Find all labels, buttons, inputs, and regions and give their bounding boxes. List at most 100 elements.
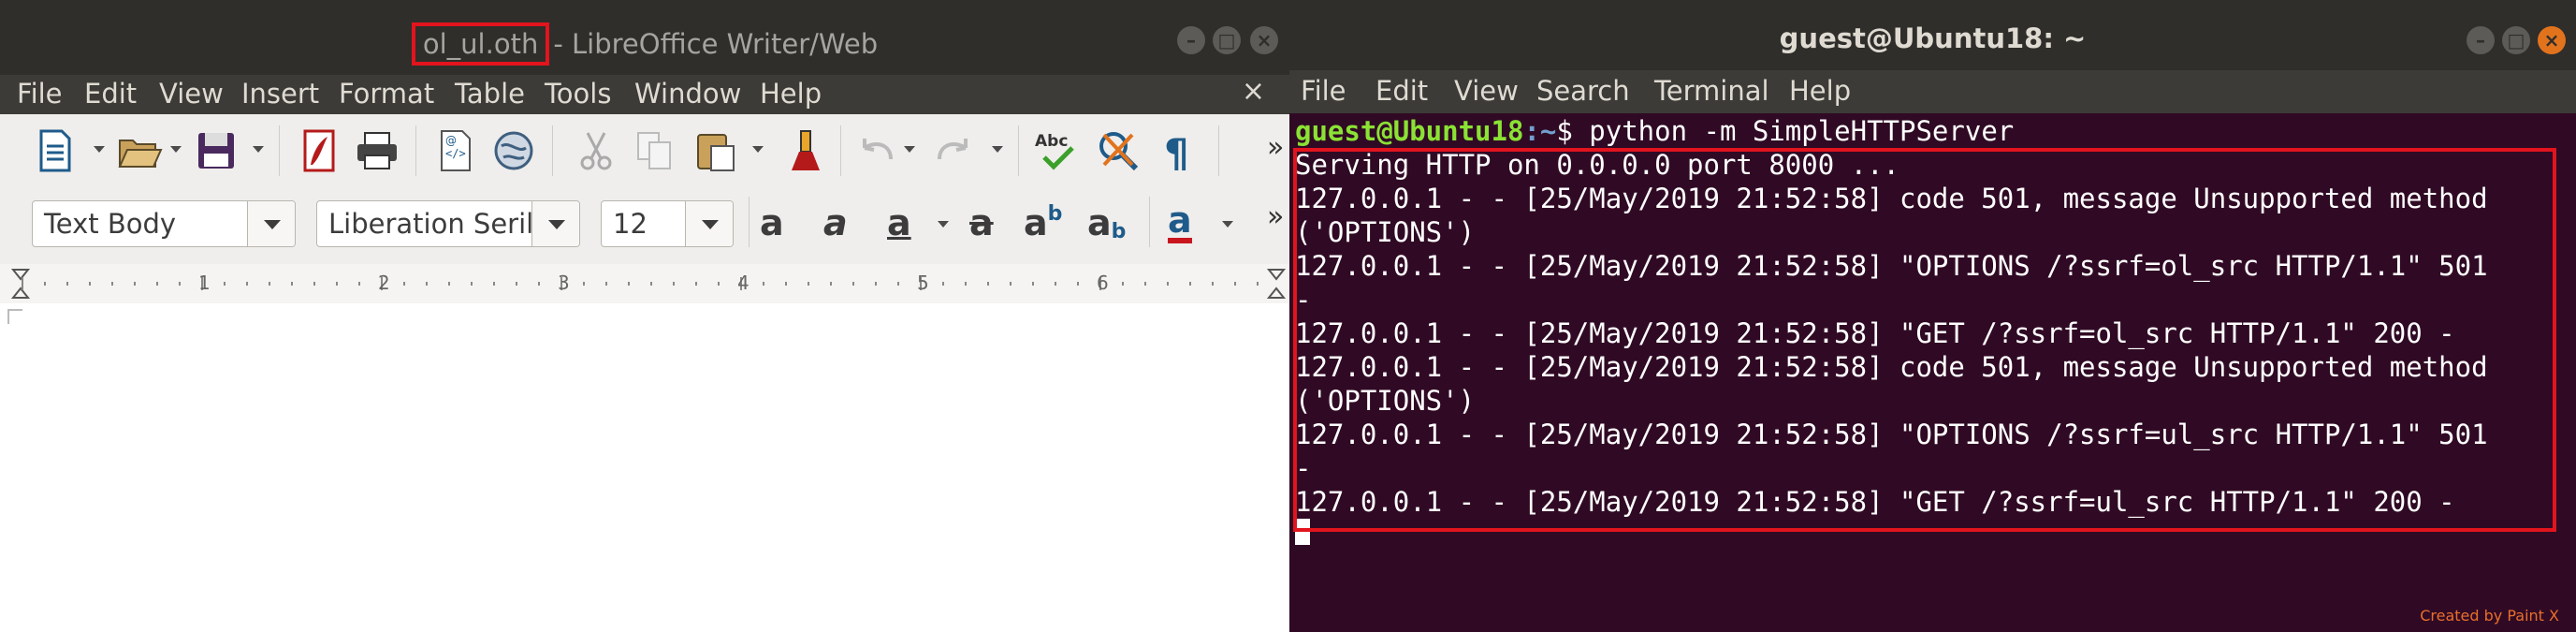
menu-file[interactable]: File — [17, 78, 63, 110]
output-line: 127.0.0.1 - - [25/May/2019 21:52:58] "GE… — [1295, 486, 2455, 518]
redo-icon[interactable] — [930, 127, 977, 174]
underline-icon[interactable]: a — [887, 202, 911, 243]
menu-help[interactable]: Help — [760, 78, 822, 110]
menu-format[interactable]: Format — [339, 78, 434, 110]
paragraph-style-select[interactable]: Text Body — [32, 200, 296, 247]
close-document-button[interactable]: × — [1242, 75, 1265, 108]
copy-icon[interactable] — [631, 127, 677, 174]
paste-icon[interactable] — [692, 127, 739, 174]
chevron-down-icon[interactable] — [531, 201, 579, 246]
superscript-icon[interactable]: ab — [1024, 202, 1062, 243]
watermark-credit: Created by Paint X — [2420, 607, 2559, 625]
menu-tools[interactable]: Tools — [545, 78, 611, 110]
menu-edit[interactable]: Edit — [84, 78, 137, 110]
document-page[interactable] — [0, 303, 1289, 632]
document-name-highlight: ol_ul.oth — [411, 22, 550, 66]
terminal-window: guest@Ubuntu18: ~ – □ × File Edit View S… — [1289, 0, 2576, 632]
new-dropdown-icon[interactable] — [94, 146, 105, 153]
toolbar-separator — [749, 197, 750, 247]
chevron-down-icon[interactable] — [685, 201, 733, 246]
menu-terminal[interactable]: Terminal — [1654, 75, 1769, 107]
font-name-select[interactable]: Liberation Seril — [316, 200, 580, 247]
minimize-icon[interactable]: – — [1177, 26, 1205, 54]
subscript-icon[interactable]: ab — [1087, 202, 1126, 243]
menu-file[interactable]: File — [1301, 75, 1346, 107]
save-dropdown-icon[interactable] — [253, 146, 264, 153]
clone-formatting-icon[interactable] — [782, 127, 829, 174]
menu-edit[interactable]: Edit — [1375, 75, 1428, 107]
svg-text:@: @ — [445, 134, 457, 147]
menu-insert[interactable]: Insert — [241, 78, 319, 110]
maximize-icon[interactable]: □ — [1213, 26, 1241, 54]
toolbar-separator — [552, 125, 553, 176]
more-formatting-icon[interactable]: » — [1267, 200, 1284, 233]
ruler-number: 5 — [917, 272, 929, 294]
print-icon[interactable] — [354, 127, 400, 174]
cut-icon[interactable] — [573, 127, 619, 174]
toolbar-separator — [415, 125, 416, 176]
paste-dropdown-icon[interactable] — [752, 146, 764, 153]
output-line: 127.0.0.1 - - [25/May/2019 21:52:58] cod… — [1295, 183, 2488, 214]
ruler-number: 2 — [378, 272, 390, 294]
menu-table[interactable]: Table — [455, 78, 525, 110]
output-line: 127.0.0.1 - - [25/May/2019 21:52:58] cod… — [1295, 351, 2488, 383]
undo-dropdown-icon[interactable] — [904, 146, 915, 153]
terminal-window-title: guest@Ubuntu18: ~ — [1779, 22, 2087, 54]
toolbar-separator — [1149, 197, 1150, 247]
ruler-number: 1 — [198, 272, 211, 294]
font-color-icon[interactable]: a — [1168, 202, 1192, 243]
open-folder-icon[interactable] — [116, 127, 163, 174]
output-line: ('OPTIONS') — [1295, 385, 1476, 417]
formatting-marks-icon[interactable]: ¶ — [1157, 127, 1203, 174]
toolbar-separator — [1018, 125, 1019, 176]
spelling-icon[interactable]: Abc — [1033, 127, 1080, 174]
more-tools-icon[interactable]: » — [1267, 131, 1284, 164]
font-name-value: Liberation Seril — [328, 208, 534, 240]
menu-search[interactable]: Search — [1536, 75, 1630, 107]
strikethrough-icon[interactable]: a — [969, 202, 994, 243]
output-line: 127.0.0.1 - - [25/May/2019 21:52:58] "OP… — [1295, 250, 2488, 282]
command-text: python -m SimpleHTTPServer — [1572, 115, 2015, 147]
menu-view[interactable]: View — [159, 78, 224, 110]
undo-icon[interactable] — [853, 127, 900, 174]
text-boundary-corner — [7, 309, 22, 324]
writer-app-name: - LibreOffice Writer/Web — [553, 28, 879, 60]
writer-menubar: File Edit View Insert Format Table Tools… — [0, 75, 1289, 114]
export-pdf-icon[interactable] — [296, 127, 342, 174]
output-line: ('OPTIONS') — [1295, 216, 1476, 248]
font-color-dropdown-icon[interactable] — [1222, 221, 1233, 228]
terminal-screen[interactable]: guest@Ubuntu18:~$ python -m SimpleHTTPSe… — [1293, 114, 2576, 632]
svg-text:</>: </> — [445, 147, 466, 160]
underline-dropdown-icon[interactable] — [938, 221, 949, 228]
redo-dropdown-icon[interactable] — [992, 146, 1003, 153]
ruler-number: 3 — [558, 272, 570, 294]
menu-view[interactable]: View — [1454, 75, 1519, 107]
close-icon[interactable]: × — [1250, 26, 1278, 54]
maximize-icon[interactable]: □ — [2502, 26, 2530, 54]
output-line: Serving HTTP on 0.0.0.0 port 8000 ... — [1295, 149, 1900, 181]
new-document-icon[interactable] — [32, 127, 79, 174]
chevron-down-icon[interactable] — [247, 201, 295, 246]
html-source-icon[interactable]: </> @ — [432, 127, 479, 174]
close-icon[interactable]: × — [2538, 26, 2566, 54]
italic-icon[interactable]: a — [823, 202, 848, 243]
writer-titlebar: ol_ul.oth - LibreOffice Writer/Web – □ × — [0, 0, 1289, 82]
web-view-icon[interactable] — [490, 127, 537, 174]
prompt-symbol: $ — [1556, 115, 1573, 147]
save-icon[interactable] — [193, 127, 240, 174]
minimize-icon[interactable]: – — [2467, 26, 2495, 54]
paragraph-style-value: Text Body — [44, 208, 177, 240]
find-replace-icon[interactable] — [1095, 127, 1142, 174]
open-dropdown-icon[interactable] — [170, 146, 182, 153]
terminal-menubar: File Edit View Search Terminal Help — [1289, 70, 2576, 113]
svg-text:Abc: Abc — [1035, 132, 1068, 151]
toolbar-separator — [1218, 125, 1219, 176]
menu-window[interactable]: Window — [634, 78, 741, 110]
menu-help[interactable]: Help — [1789, 75, 1851, 107]
font-size-value: 12 — [613, 208, 648, 240]
font-size-select[interactable]: 12 — [601, 200, 734, 247]
bold-icon[interactable]: a — [760, 202, 784, 243]
prompt-line: guest@Ubuntu18:~$ python -m SimpleHTTPSe… — [1295, 114, 2014, 148]
terminal-titlebar: guest@Ubuntu18: ~ – □ × — [1289, 0, 2576, 75]
prompt-user: guest@Ubuntu18 — [1295, 115, 1524, 147]
